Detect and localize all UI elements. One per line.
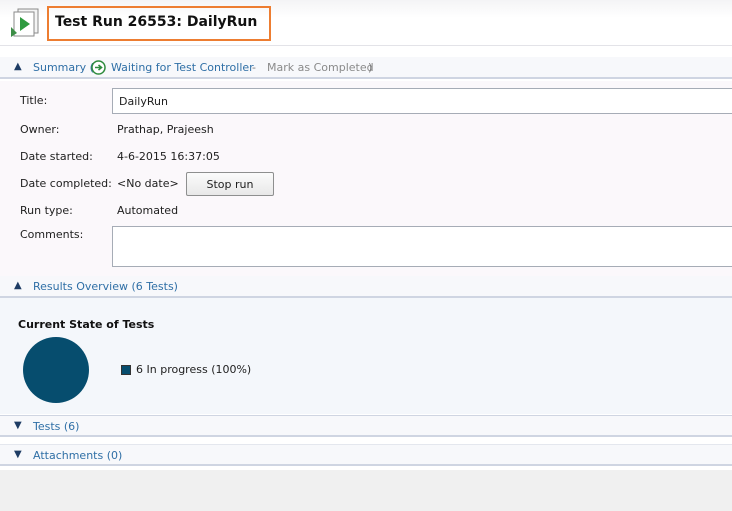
owner-value: Prathap, Prajeesh [117,123,214,136]
legend-swatch [121,365,131,375]
attachments-section-label[interactable]: Attachments (0) [33,449,122,462]
test-run-icon [8,7,42,39]
date-started-value: 4-6-2015 16:37:05 [117,150,220,163]
results-overview-section-header[interactable]: ▲ Results Overview (6 Tests) [0,276,732,298]
owner-label: Owner: [20,123,60,136]
title-label: Title: [20,94,48,107]
chevron-down-icon[interactable]: ▼ [14,449,22,460]
date-completed-label: Date completed: [20,177,112,190]
separator: - [252,61,256,74]
tests-section-label[interactable]: Tests (6) [33,420,79,433]
summary-section-header[interactable]: ▲ Summary ( Waiting for Test Controller … [0,57,732,79]
status-arrow-icon [91,60,106,75]
empty-area [0,470,732,511]
results-overview-label[interactable]: Results Overview (6 Tests) [33,280,178,293]
pie-chart [23,337,89,403]
date-completed-value: <No date> [117,177,179,190]
run-status-text: Waiting for Test Controller [111,61,254,74]
close-paren: ) [368,61,373,74]
mark-as-completed-link[interactable]: Mark as Completed [267,61,374,74]
tests-section-header[interactable]: ▼ Tests (6) [0,415,732,437]
title-field-value: DailyRun [119,95,168,108]
summary-section-label[interactable]: Summary ( [33,61,94,74]
date-started-label: Date started: [20,150,93,163]
page-title: Test Run 26553: DailyRun [55,14,258,30]
comments-field[interactable] [112,226,732,267]
chevron-up-icon[interactable]: ▲ [14,280,22,291]
pie-slice-in-progress [23,337,89,403]
results-overview-panel [0,298,732,414]
run-type-label: Run type: [20,204,73,217]
chart-title: Current State of Tests [18,318,155,331]
title-field[interactable]: DailyRun [112,88,732,114]
legend-label: 6 In progress (100%) [136,363,252,376]
stop-run-button[interactable]: Stop run [186,172,274,196]
chevron-down-icon[interactable]: ▼ [14,420,22,431]
attachments-section-header[interactable]: ▼ Attachments (0) [0,444,732,466]
run-type-value: Automated [117,204,179,217]
chevron-up-icon[interactable]: ▲ [14,61,22,72]
comments-label: Comments: [20,228,84,241]
